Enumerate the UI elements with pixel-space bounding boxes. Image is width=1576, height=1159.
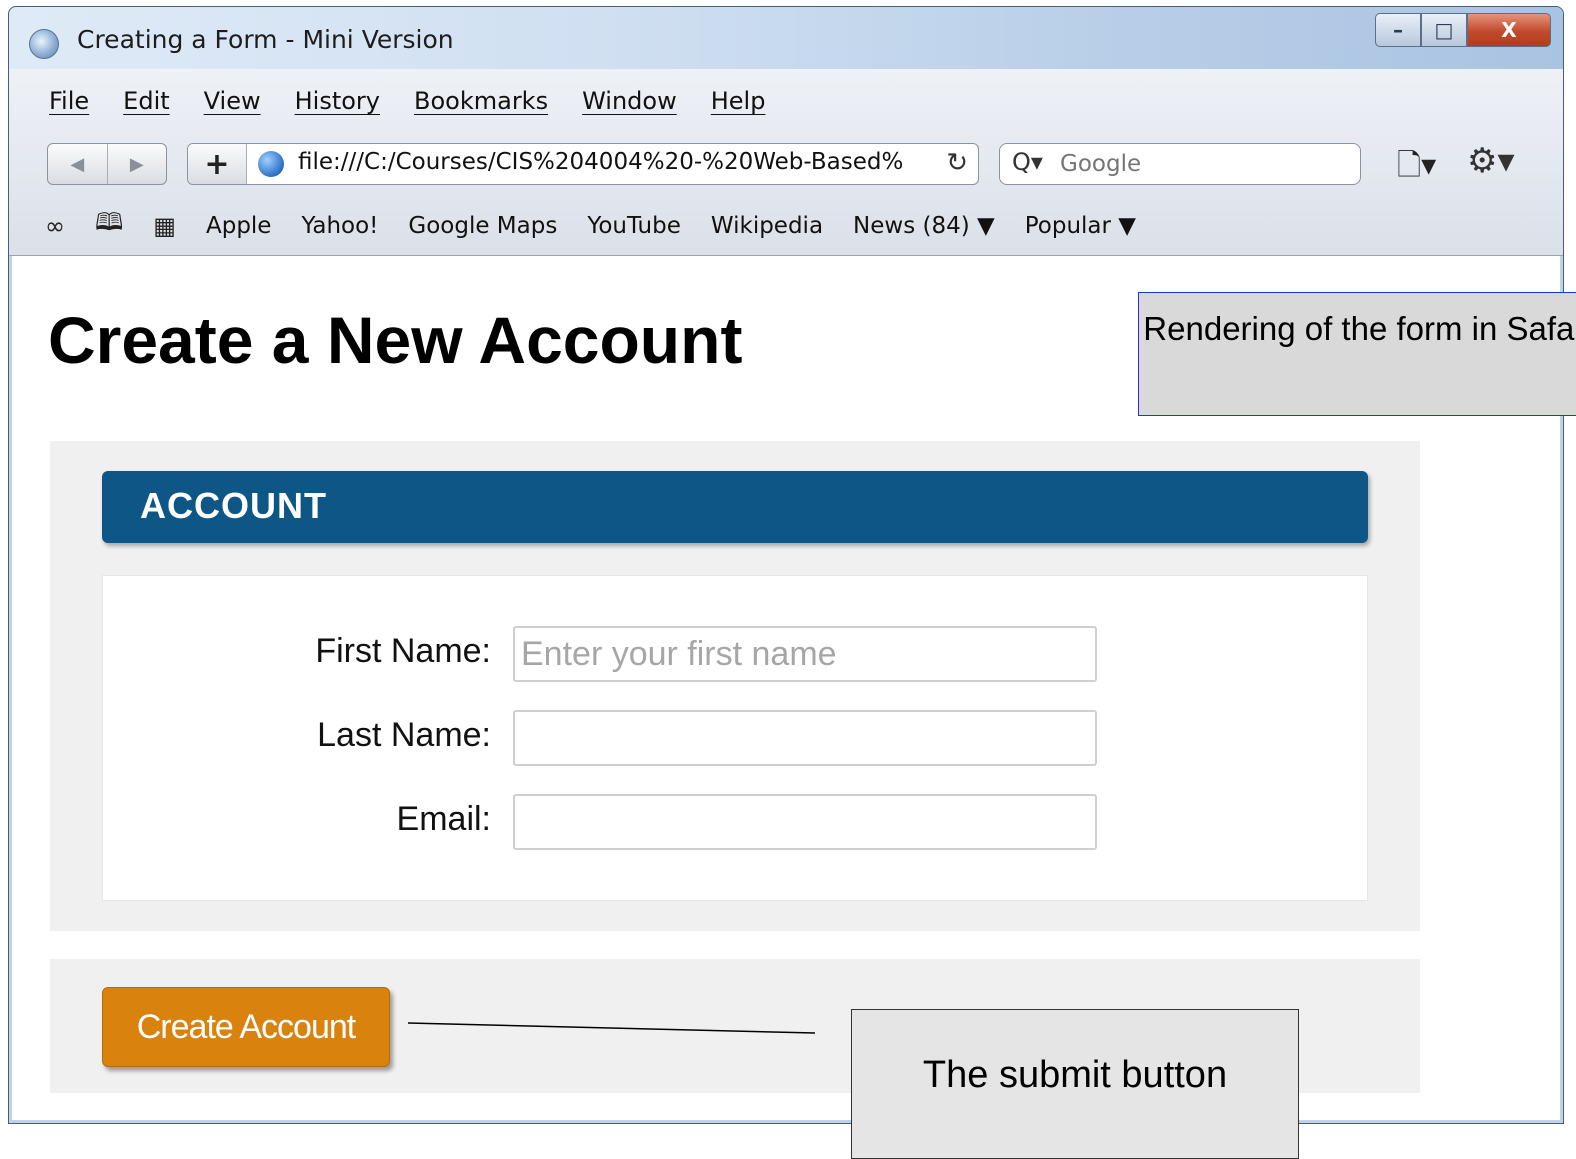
submit-button-callout: The submit button xyxy=(851,1009,1299,1159)
callout-connector-line xyxy=(407,1022,816,1034)
safari-rendering-callout: Rendering of the form in Safari xyxy=(1138,292,1576,416)
